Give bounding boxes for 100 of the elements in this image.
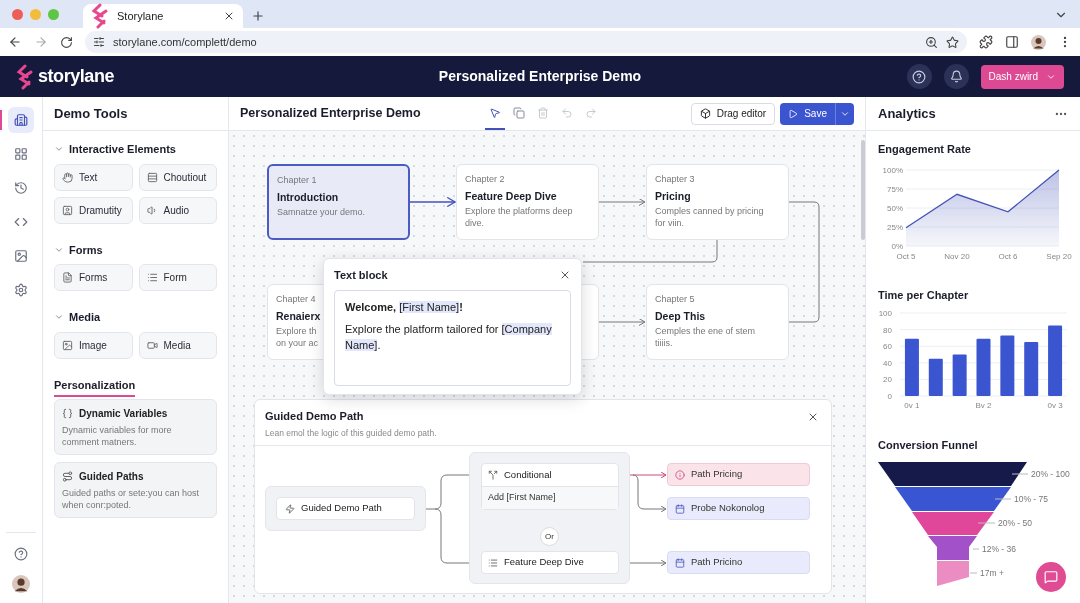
leader-line <box>972 548 980 549</box>
x-axis-label: 0v 1 <box>904 401 920 410</box>
chapter-description: Samnatze your demo. <box>277 206 366 219</box>
section-toggle[interactable]: Interactive Elements <box>54 141 176 158</box>
connector-arrow <box>409 196 456 208</box>
y-axis-label: 40 <box>883 358 892 368</box>
path-target[interactable]: Path Pricino <box>667 551 810 574</box>
chapter-card[interactable]: Chapter 2 Feature Deep Dive Explore the platforms deep dive. <box>456 164 599 240</box>
site-settings-icon[interactable] <box>93 36 105 48</box>
back-icon[interactable] <box>8 35 22 49</box>
help-icon <box>912 69 927 84</box>
x-axis-label: 0v 3 <box>1047 401 1063 410</box>
flow-node[interactable]: Feature Deep Dive <box>481 551 619 574</box>
tool-item[interactable]: Image <box>54 331 133 359</box>
bookmark-star-icon[interactable] <box>946 35 959 49</box>
personalization-card[interactable]: Guided Paths Guided paths or sete:you can host when conr:poted. <box>54 462 217 518</box>
braces-icon <box>62 408 73 419</box>
close-window-control[interactable] <box>12 8 23 20</box>
tool-item[interactable]: Choutiout <box>138 163 217 191</box>
tool-item[interactable]: Form <box>138 264 217 291</box>
bar <box>1048 325 1063 396</box>
zoom-icon[interactable] <box>925 35 938 49</box>
path-target[interactable]: Path Pricing <box>667 463 810 486</box>
reload-icon[interactable] <box>60 35 73 49</box>
close-tab-icon[interactable] <box>223 10 235 22</box>
card-description: Dynamic variables for more comment matners. <box>62 424 173 448</box>
address-bar[interactable]: storylane.com/complett/demo <box>85 31 967 53</box>
chapter-title: Renaierx <box>276 308 321 324</box>
save-split-button[interactable]: Save <box>780 102 854 125</box>
chapter-card[interactable]: Chapter 5 Deep This Cemples the ene of stem tiiiis. <box>646 284 789 360</box>
avatar-icon[interactable] <box>1031 34 1046 50</box>
browser-tab[interactable]: Storylane <box>83 4 243 28</box>
notifications-button[interactable] <box>943 64 969 89</box>
branch-icon <box>488 470 498 480</box>
leader-line <box>994 498 1012 499</box>
personalization-card[interactable]: Dynamic Variables Dynamic variables for more comment matners. <box>54 399 217 455</box>
save-button[interactable]: Save <box>780 106 835 121</box>
help-button[interactable] <box>906 64 932 89</box>
side-panel-icon[interactable] <box>1005 35 1019 49</box>
y-axis-label: 25% <box>887 222 903 232</box>
chapter-card[interactable]: Chapter 3 Pricing Comples canned by pricing for viin. <box>646 164 789 240</box>
image-icon <box>62 339 73 351</box>
tool-item[interactable]: Media <box>138 331 217 359</box>
close-icon[interactable] <box>807 411 819 423</box>
chapter-description: for viin. <box>655 217 684 230</box>
account-button[interactable]: Dash zwird <box>980 64 1064 89</box>
condition-node[interactable]: Conditional Add [First Name] <box>481 463 619 510</box>
funnel-label: 10% - 75 <box>1014 493 1049 504</box>
section-toggle[interactable]: Media <box>54 309 101 326</box>
calendar-icon <box>675 503 685 514</box>
chapter-description: on your ac <box>276 337 319 350</box>
new-tab-icon[interactable] <box>251 9 265 23</box>
tool-item[interactable]: Audio <box>138 196 217 224</box>
tool-item[interactable]: Text <box>54 163 133 191</box>
play-icon <box>788 108 799 119</box>
x-axis-label: Oct 6 <box>998 251 1018 261</box>
trash-icon <box>537 106 549 119</box>
text-editor-field[interactable]: Welcome, [First Name]! Explore the platform tailored for [Company Name]. <box>334 289 571 386</box>
drag-editor-button[interactable]: Drag editor <box>690 102 776 125</box>
chat-button[interactable] <box>1036 562 1066 592</box>
personalization-tab[interactable]: Personalization <box>54 376 136 397</box>
flow-node[interactable]: Guided Demo Path <box>276 497 415 520</box>
code-icon <box>14 215 28 229</box>
panel-subtitle: Lean emol the logic of this guided demo path. <box>265 426 437 440</box>
chapter-description: Explore th <box>276 325 317 338</box>
avatar-icon[interactable] <box>12 575 30 593</box>
chapter-label: Chapter 2 <box>465 173 505 186</box>
tab-title: Storylane <box>117 8 165 24</box>
tool-item[interactable]: Forms <box>54 264 133 291</box>
redo-icon <box>585 106 597 119</box>
rail-tab[interactable] <box>8 107 34 133</box>
rows-icon <box>146 171 158 183</box>
connector-arrow <box>598 318 646 326</box>
x-axis-label: Bv 2 <box>975 401 992 410</box>
funnel-label: 12% - 36 <box>982 543 1017 554</box>
lightning-icon <box>285 503 295 514</box>
route-icon <box>62 471 73 482</box>
help-icon[interactable] <box>14 547 28 561</box>
chapter-card[interactable]: Chapter 1 Introduction Samnatze your demo. <box>267 164 410 240</box>
clock-icon <box>14 181 28 195</box>
chart-title: Time per Chapter <box>877 287 970 303</box>
undo-icon <box>561 106 573 119</box>
info-icon <box>675 469 685 480</box>
logo-icon <box>91 3 109 29</box>
section-toggle[interactable]: Forms <box>54 241 103 258</box>
chapter-description: Explore the platforms deep <box>465 205 573 218</box>
y-axis-label: 100 <box>878 309 892 318</box>
scrollbar[interactable] <box>861 140 865 240</box>
panel-title: Demo Tools <box>54 104 128 123</box>
editor-paragraph: Welcome, [First Name]! <box>345 299 464 315</box>
path-target[interactable]: Probe Nokonolog <box>667 497 810 520</box>
panel-title: Analytics <box>878 104 936 123</box>
extensions-icon[interactable] <box>979 35 993 49</box>
leader-line <box>1011 473 1029 474</box>
chart-title: Engagement Rate <box>877 142 972 157</box>
node-title: Conditional <box>504 467 552 482</box>
node-detail: Add [First Name] <box>488 491 556 505</box>
x-axis-label: Oct 5 <box>896 251 916 261</box>
tool-item[interactable]: Dramutity <box>54 196 133 224</box>
copy-icon <box>513 106 525 119</box>
